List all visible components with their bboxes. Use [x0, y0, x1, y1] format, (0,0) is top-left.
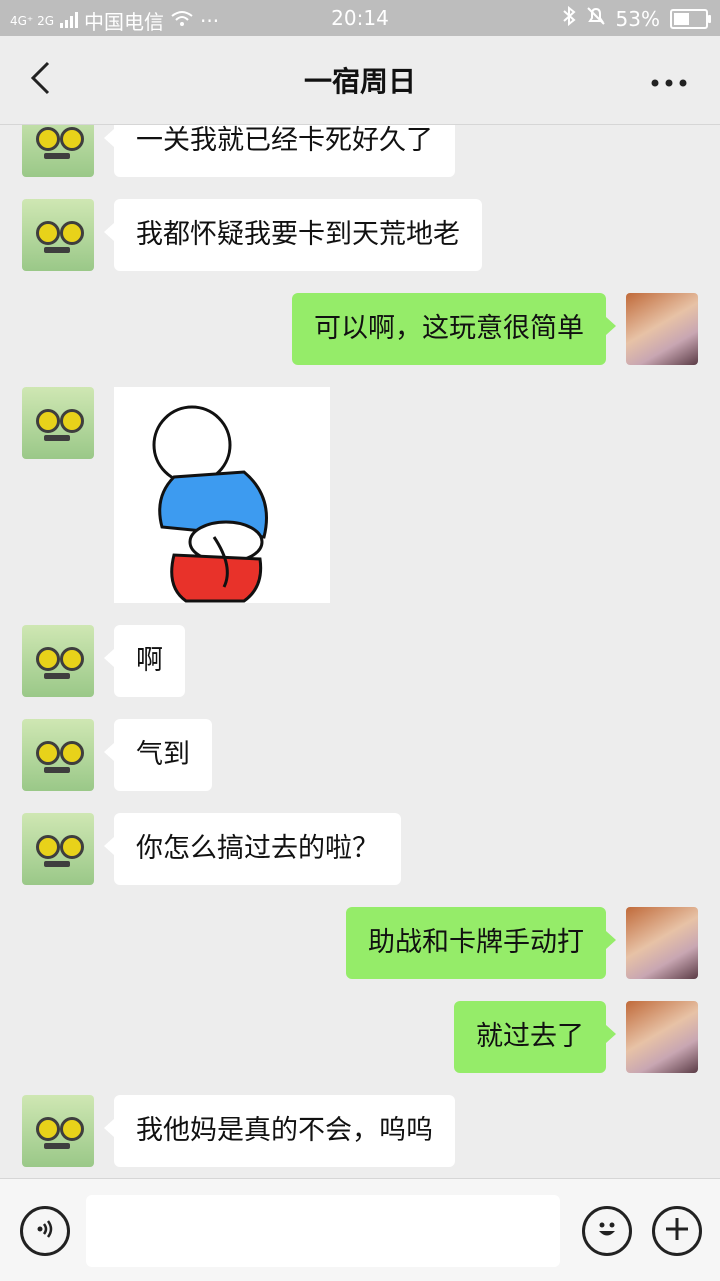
- avatar-mouth: [44, 435, 70, 441]
- message-row: 一关我就已经卡死好久了: [0, 125, 720, 177]
- message-list: 一关我就已经卡死好久了我都怀疑我要卡到天荒地老可以啊，这玩意很简单啊气到你怎么搞…: [0, 125, 720, 1177]
- status-bar: 4G⁺ 2G 中国电信 ··· 20:14 53%: [0, 0, 720, 36]
- avatar-eye: [60, 409, 84, 433]
- mute-bell-icon: [586, 6, 606, 31]
- avatar-eye: [60, 835, 84, 859]
- contact-avatar[interactable]: [22, 719, 94, 791]
- plus-icon: [664, 1216, 690, 1246]
- input-bar: [0, 1178, 720, 1281]
- message-row: 我都怀疑我要卡到天荒地老: [0, 199, 720, 271]
- contact-avatar[interactable]: [22, 199, 94, 271]
- received-message-bubble[interactable]: 气到: [104, 719, 212, 791]
- contact-avatar[interactable]: [22, 625, 94, 697]
- avatar-eye: [36, 835, 60, 859]
- voice-icon: [34, 1218, 56, 1244]
- avatar-eye: [36, 741, 60, 765]
- sticker-image[interactable]: [114, 387, 330, 603]
- message-row: 就过去了: [0, 1001, 720, 1073]
- message-row: 你怎么搞过去的啦？: [0, 813, 720, 885]
- avatar-eye: [60, 221, 84, 245]
- voice-button[interactable]: [20, 1206, 70, 1256]
- chat-header: 一宿周日: [0, 36, 720, 125]
- avatar-mouth: [44, 673, 70, 679]
- my-avatar[interactable]: [626, 907, 698, 979]
- message-row: [0, 387, 720, 603]
- avatar-eye: [36, 647, 60, 671]
- battery-fill: [674, 12, 689, 25]
- contact-avatar[interactable]: [22, 387, 94, 459]
- avatar-eye: [36, 221, 60, 245]
- received-message-bubble[interactable]: 你怎么搞过去的啦？: [104, 813, 401, 885]
- avatar-eye: [36, 1117, 60, 1141]
- sent-message-bubble[interactable]: 就过去了: [454, 1001, 616, 1073]
- message-row: 啊: [0, 625, 720, 697]
- avatar-eye: [60, 647, 84, 671]
- avatar-mouth: [44, 1143, 70, 1149]
- received-message-bubble[interactable]: 我他妈是真的不会，呜呜: [104, 1095, 455, 1167]
- more-dots-icon: [651, 72, 687, 91]
- emoji-icon: [592, 1214, 622, 1248]
- message-row: 我他妈是真的不会，呜呜: [0, 1095, 720, 1167]
- contact-avatar[interactable]: [22, 125, 94, 177]
- contact-avatar[interactable]: [22, 813, 94, 885]
- message-row: 可以啊，这玩意很简单: [0, 293, 720, 365]
- received-message-bubble[interactable]: 我都怀疑我要卡到天荒地老: [104, 199, 482, 271]
- sent-message-bubble[interactable]: 助战和卡牌手动打: [346, 907, 616, 979]
- message-input[interactable]: [86, 1195, 560, 1267]
- message-row: 助战和卡牌手动打: [0, 907, 720, 979]
- avatar-eye: [36, 409, 60, 433]
- avatar-mouth: [44, 153, 70, 159]
- status-right: 53%: [562, 5, 711, 31]
- plus-button[interactable]: [652, 1206, 702, 1256]
- avatar-mouth: [44, 247, 70, 253]
- battery-percent: 53%: [615, 6, 660, 31]
- contact-avatar[interactable]: [22, 1095, 94, 1167]
- avatar-eye: [60, 127, 84, 151]
- more-button[interactable]: [644, 66, 694, 96]
- battery-icon: [670, 8, 711, 29]
- avatar-eye: [60, 1117, 84, 1141]
- bluetooth-icon: [562, 5, 576, 31]
- emoji-button[interactable]: [582, 1206, 632, 1256]
- chat-title: 一宿周日: [303, 65, 416, 98]
- message-row: 气到: [0, 719, 720, 791]
- sent-message-bubble[interactable]: 可以啊，这玩意很简单: [292, 293, 616, 365]
- my-avatar[interactable]: [626, 293, 698, 365]
- received-message-bubble[interactable]: 一关我就已经卡死好久了: [104, 125, 455, 177]
- avatar-eye: [60, 741, 84, 765]
- avatar-mouth: [44, 767, 70, 773]
- received-message-bubble[interactable]: 啊: [104, 625, 185, 697]
- avatar-eye: [36, 127, 60, 151]
- chat-area[interactable]: 一关我就已经卡死好久了我都怀疑我要卡到天荒地老可以啊，这玩意很简单啊气到你怎么搞…: [0, 125, 720, 1177]
- my-avatar[interactable]: [626, 1001, 698, 1073]
- avatar-mouth: [44, 861, 70, 867]
